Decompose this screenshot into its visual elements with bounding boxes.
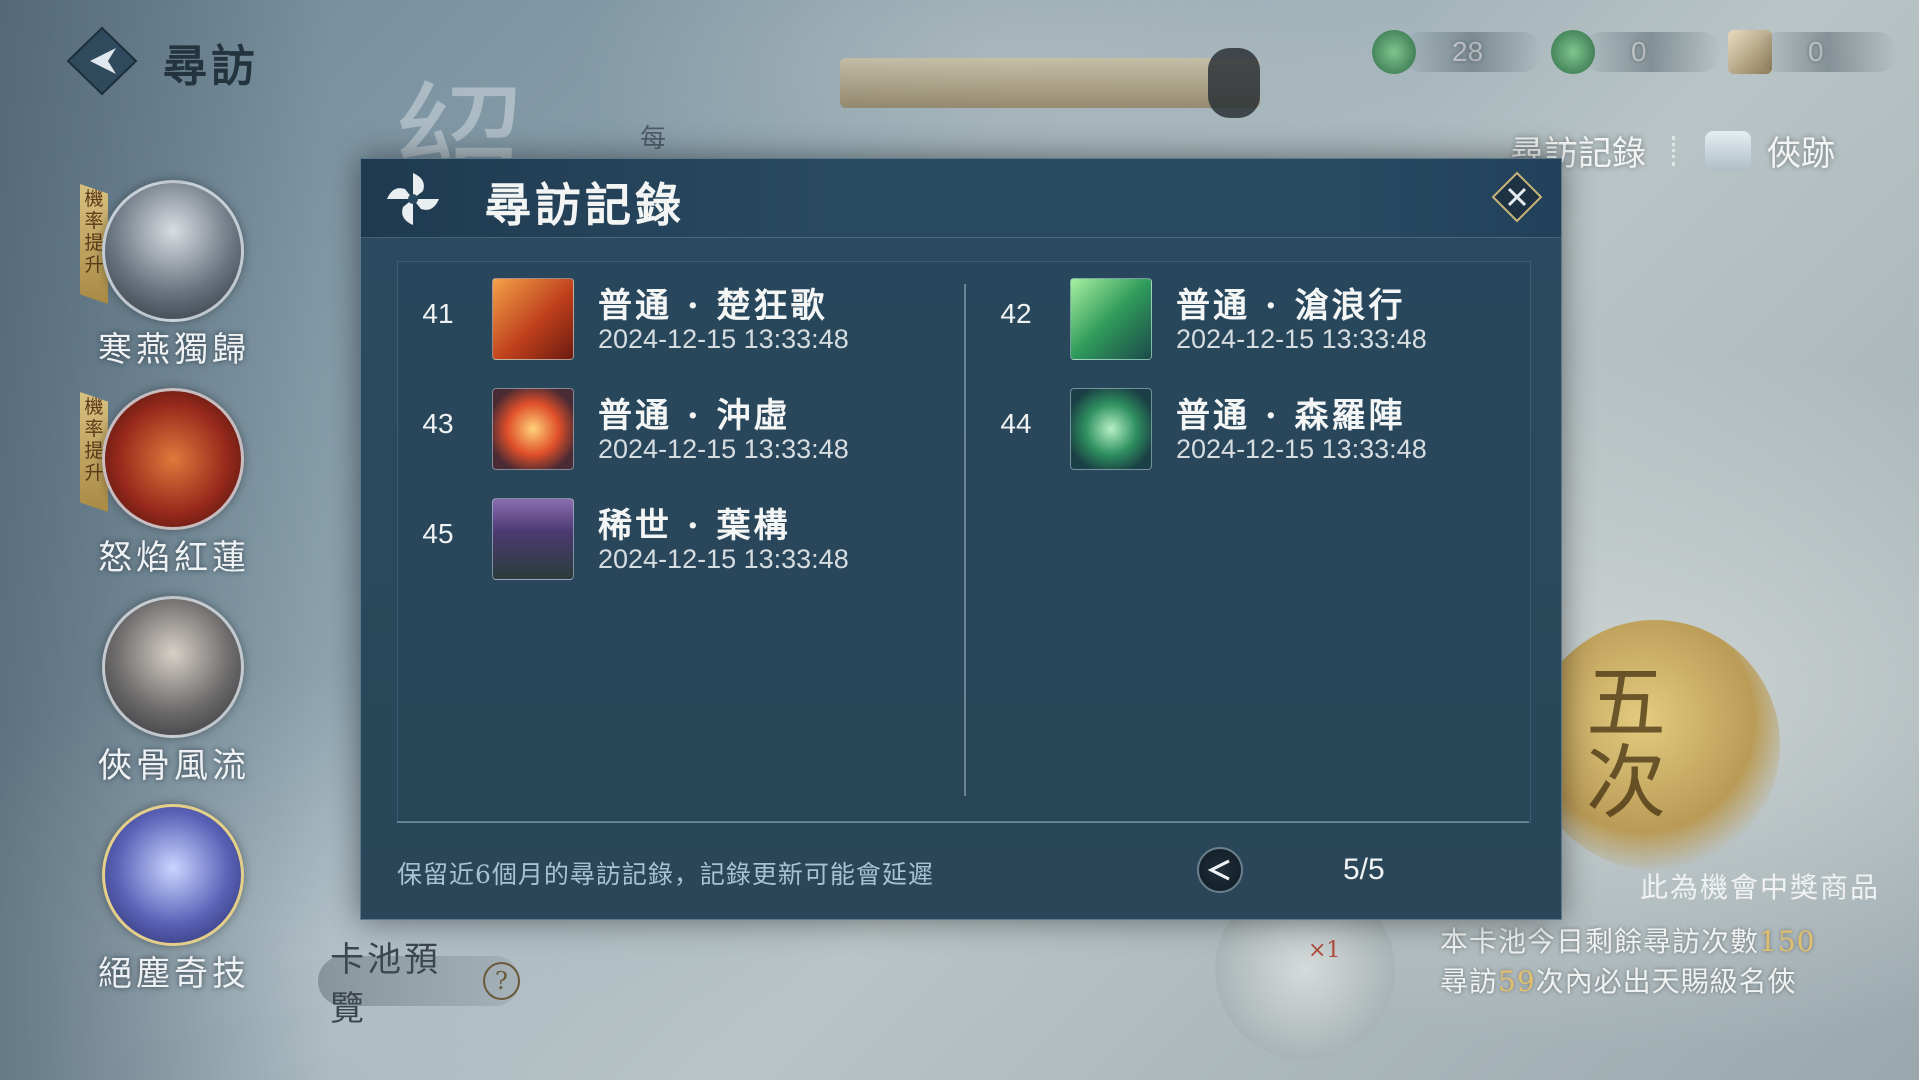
record-name: 普通 · 森羅陣 bbox=[1176, 396, 1406, 436]
prev-page-button[interactable] bbox=[1197, 847, 1243, 893]
currency-bg bbox=[1758, 32, 1898, 72]
prize-note: 此為機會中獎商品 bbox=[1640, 871, 1881, 904]
chevron-left-icon bbox=[1207, 859, 1230, 881]
background-scroll-end bbox=[1208, 48, 1260, 118]
back-arrow-icon bbox=[66, 26, 138, 96]
record-list: 41 普通 · 楚狂歌 2024-12-15 13:33:48 43 普通 · … bbox=[397, 261, 1531, 823]
column-divider bbox=[964, 284, 966, 796]
character-portrait-icon bbox=[492, 498, 574, 580]
character-item[interactable]: 機率提升 怒焰紅蓮 bbox=[80, 388, 338, 588]
record-time: 2024-12-15 13:33:48 bbox=[598, 434, 849, 464]
character-portrait bbox=[102, 596, 244, 738]
modal-title: 尋訪記錄 bbox=[485, 178, 685, 232]
guarantee-value: 59 bbox=[1498, 965, 1536, 998]
trace-icon[interactable] bbox=[1705, 130, 1751, 171]
currency-bg bbox=[1581, 32, 1721, 72]
record-modal: 尋訪記錄 41 普通 · 楚狂歌 2024-12-15 13:33:48 43 … bbox=[360, 158, 1562, 920]
page-indicator: 5/5 bbox=[1343, 853, 1385, 886]
record-item: 41 普通 · 楚狂歌 2024-12-15 13:33:48 bbox=[398, 272, 938, 362]
character-name: 寒燕獨歸 bbox=[98, 330, 250, 370]
record-item: 44 普通 · 森羅陣 2024-12-15 13:33:48 bbox=[976, 382, 1516, 472]
background-scroll bbox=[840, 58, 1260, 108]
pool-preview-button[interactable]: 卡池預覽 ? bbox=[318, 940, 520, 1029]
character-item[interactable]: 機率提升 寒燕獨歸 bbox=[80, 180, 338, 380]
flaming-sword-icon bbox=[492, 278, 574, 360]
guarantee-suffix: 次內必出天賜級名俠 bbox=[1535, 965, 1797, 998]
trace-link[interactable]: 俠跡 bbox=[1767, 126, 1835, 175]
link-separator bbox=[1672, 135, 1679, 166]
character-item[interactable]: 俠骨風流 bbox=[98, 596, 338, 796]
character-name: 俠骨風流 bbox=[98, 746, 250, 786]
record-index: 44 bbox=[1000, 408, 1032, 439]
remaining-value: 150 bbox=[1759, 925, 1816, 958]
record-item: 43 普通 · 沖虛 2024-12-15 13:33:48 bbox=[398, 382, 938, 472]
modal-header: 尋訪記錄 bbox=[361, 159, 1561, 238]
currency-1[interactable]: 28 bbox=[1372, 26, 1542, 78]
character-name: 怒焰紅蓮 bbox=[98, 538, 250, 578]
character-portrait bbox=[102, 804, 244, 946]
record-name: 普通 · 楚狂歌 bbox=[598, 286, 828, 326]
record-time: 2024-12-15 13:33:48 bbox=[1176, 434, 1427, 464]
record-time: 2024-12-15 13:33:48 bbox=[1176, 324, 1427, 354]
character-item[interactable]: 絕塵奇技 bbox=[98, 804, 338, 1004]
record-index: 45 bbox=[422, 518, 454, 549]
record-item: 45 稀世 · 葉構 2024-12-15 13:33:48 bbox=[398, 492, 938, 582]
record-name: 稀世 · 葉構 bbox=[598, 506, 791, 546]
character-name: 絕塵奇技 bbox=[98, 954, 250, 994]
record-index: 43 bbox=[422, 408, 454, 439]
remaining-prefix: 本卡池今日剩餘尋訪次數 bbox=[1440, 925, 1760, 958]
currency-bg bbox=[1402, 32, 1542, 72]
fire-orb-icon bbox=[492, 388, 574, 470]
guarantee-prefix: 尋訪 bbox=[1440, 965, 1499, 998]
record-name: 普通 · 沖虛 bbox=[598, 396, 791, 436]
record-index: 41 bbox=[422, 298, 454, 329]
record-time: 2024-12-15 13:33:48 bbox=[598, 544, 849, 574]
help-icon[interactable]: ? bbox=[482, 962, 520, 1000]
record-item: 42 普通 · 滄浪行 2024-12-15 13:33:48 bbox=[976, 272, 1516, 362]
character-portrait bbox=[102, 180, 244, 322]
gold-badge-text: 五次 bbox=[1573, 660, 1666, 820]
character-portrait bbox=[102, 388, 244, 530]
pinwheel-logo-icon bbox=[387, 173, 439, 225]
green-wind-blade-icon bbox=[1070, 278, 1152, 360]
currency-2[interactable]: 0 bbox=[1551, 26, 1721, 78]
record-time: 2024-12-15 13:33:48 bbox=[598, 324, 849, 354]
pool-preview-label: 卡池預覽 bbox=[330, 940, 441, 1029]
record-index: 42 bbox=[1000, 298, 1032, 329]
close-icon[interactable] bbox=[1491, 171, 1543, 223]
page-title: 尋訪 bbox=[163, 41, 259, 92]
currency-3[interactable]: 0 bbox=[1728, 26, 1898, 78]
record-name: 普通 · 滄浪行 bbox=[1176, 286, 1406, 326]
footer-note: 保留近6個月的尋訪記錄，記錄更新可能會延遲 bbox=[397, 860, 934, 889]
remaining-count-line: 本卡池今日剩餘尋訪次數150 bbox=[1440, 920, 1815, 960]
jade-orb-icon bbox=[1070, 388, 1152, 470]
back-button[interactable] bbox=[66, 26, 138, 96]
background-calligraphy-small: 每 bbox=[640, 124, 667, 154]
guarantee-line: 尋訪59次內必出天賜級名俠 bbox=[1440, 960, 1797, 1000]
footer-divider bbox=[397, 821, 1529, 823]
reward-item-count: ×1 bbox=[1308, 938, 1341, 963]
